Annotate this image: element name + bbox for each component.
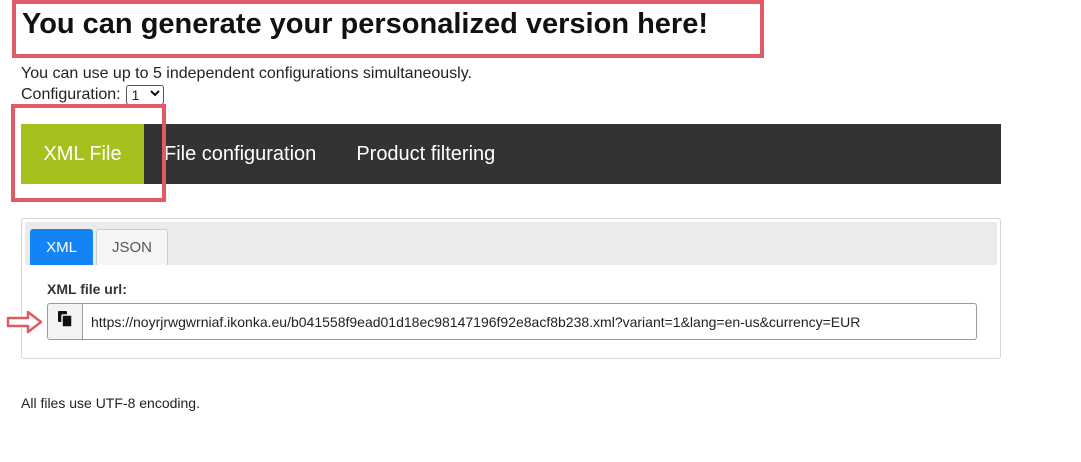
page: You can generate your personalized versi… bbox=[0, 0, 1081, 462]
page-title: You can generate your personalized versi… bbox=[22, 8, 709, 40]
tab-product-filtering[interactable]: Product filtering bbox=[336, 124, 515, 184]
chevron-down-icon bbox=[149, 90, 160, 100]
copy-icon bbox=[56, 310, 74, 333]
configuration-select[interactable]: 1 bbox=[125, 85, 164, 105]
tab-file-configuration[interactable]: File configuration bbox=[144, 124, 336, 184]
tab-json[interactable]: JSON bbox=[96, 229, 168, 265]
arrow-right-icon bbox=[6, 310, 44, 334]
copy-button[interactable] bbox=[47, 303, 83, 340]
tab-highlight-box bbox=[11, 104, 166, 202]
main-nav: XML File File configuration Product filt… bbox=[21, 124, 1001, 184]
configuration-label: Configuration: bbox=[21, 86, 121, 103]
xml-url-input[interactable] bbox=[83, 303, 977, 340]
intro-text: You can use up to 5 independent configur… bbox=[21, 65, 472, 82]
format-tabs: XML JSON bbox=[25, 222, 997, 265]
url-label: XML file url: bbox=[47, 281, 127, 297]
configuration-row: Configuration: 1 bbox=[21, 85, 164, 105]
xml-file-panel: XML JSON XML file url: bbox=[21, 218, 1001, 359]
configuration-value: 1 bbox=[131, 87, 140, 103]
encoding-note: All files use UTF-8 encoding. bbox=[21, 395, 200, 411]
tab-xml[interactable]: XML bbox=[30, 229, 93, 265]
